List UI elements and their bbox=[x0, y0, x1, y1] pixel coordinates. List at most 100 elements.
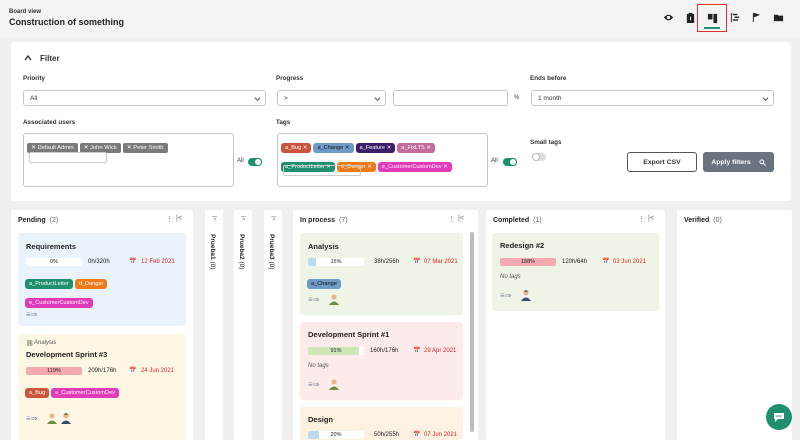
gantt-icon[interactable] bbox=[727, 8, 743, 26]
avatar[interactable] bbox=[329, 294, 339, 305]
card-tag: a_Bug bbox=[25, 388, 50, 398]
column-prueba3[interactable]: |< Prueba3 (0) bbox=[264, 210, 282, 440]
tag-chip[interactable]: a_Bug ✕ bbox=[281, 143, 312, 153]
eye-icon[interactable] bbox=[660, 8, 676, 26]
task-card-design[interactable]: Design 20% 50h/255h 📅 07 Jun 2021 bbox=[300, 407, 463, 440]
tag-chip-label: a_FixLTS bbox=[401, 145, 425, 151]
card-due-date: 07 Mar 2021 bbox=[424, 259, 458, 265]
card-due-date: 29 Apr 2021 bbox=[424, 348, 457, 354]
avatar[interactable] bbox=[47, 413, 57, 424]
more-vertical-icon[interactable]: ⋮ bbox=[448, 215, 455, 223]
users-search-input[interactable] bbox=[29, 152, 107, 163]
priority-value: All bbox=[30, 95, 38, 102]
chat-bubble-icon bbox=[774, 413, 784, 422]
board-icon[interactable] bbox=[697, 4, 727, 32]
collapse-column-icon[interactable]: |< bbox=[648, 215, 654, 222]
column-scrollbar[interactable] bbox=[470, 232, 474, 432]
apply-filters-button[interactable]: Apply filters bbox=[703, 152, 774, 172]
tag-chip-label: e_CustomerCustomDev bbox=[381, 164, 442, 170]
progress-text: 188% bbox=[520, 259, 536, 265]
card-hours: 38h/256h bbox=[374, 259, 400, 265]
tag-chip[interactable]: a_Feature ✕ bbox=[355, 143, 396, 153]
user-chip-label: Peter Smith bbox=[133, 145, 164, 151]
chat-button[interactable] bbox=[766, 404, 792, 430]
link-icon: ⛓ bbox=[26, 341, 34, 347]
column-count: (0) bbox=[713, 217, 722, 224]
tag-chip-label: a_Change bbox=[317, 145, 344, 151]
priority-label: Priority bbox=[23, 75, 46, 82]
small-tags-toggle[interactable] bbox=[532, 153, 546, 161]
priority-select[interactable]: All bbox=[23, 90, 266, 106]
card-due-date: 12 Feb 2021 bbox=[141, 259, 175, 265]
progress-bar: 15% bbox=[308, 258, 364, 266]
progress-value-input[interactable] bbox=[393, 90, 508, 106]
chevron-down-icon bbox=[374, 97, 381, 101]
column-completed: Completed (1) ⋮ |< Redesign #2 188% 120h/… bbox=[486, 210, 665, 440]
card-parent: Analysis bbox=[34, 340, 57, 346]
users-all-toggle[interactable] bbox=[248, 158, 262, 166]
collapse-column-icon[interactable]: |< bbox=[270, 216, 276, 221]
column-title-text: Completed bbox=[493, 217, 530, 224]
flag-icon[interactable] bbox=[748, 8, 764, 26]
follow-arrow-icon[interactable]: ≡⇒ bbox=[26, 310, 37, 319]
card-tags: a_Change bbox=[306, 272, 342, 291]
avatar[interactable] bbox=[521, 290, 531, 301]
more-vertical-icon[interactable]: ⋮ bbox=[638, 215, 645, 223]
column-count: (0) bbox=[268, 261, 275, 270]
card-tag: a_Change bbox=[307, 279, 341, 289]
clipboard-icon[interactable] bbox=[682, 8, 698, 26]
avatar[interactable] bbox=[329, 379, 339, 390]
avatar[interactable] bbox=[61, 413, 71, 424]
task-card-dev-sprint-3[interactable]: ⛓ Analysis Development Sprint #3 119% 20… bbox=[18, 334, 186, 440]
task-card-requirements[interactable]: Requirements 0% 0h/320h 📅 12 Feb 2021 a_… bbox=[18, 233, 186, 326]
column-title: Prueba3 (0) bbox=[268, 234, 275, 269]
column-count: (7) bbox=[339, 217, 348, 224]
column-prueba1[interactable]: |< Prueba1 (0) bbox=[205, 210, 223, 440]
collapse-column-icon[interactable]: |< bbox=[458, 215, 464, 222]
tags-multiselect[interactable]: a_Bug ✕ a_Change ✕ a_Feature ✕ a_FixLTS ✕a_… bbox=[277, 133, 488, 187]
export-csv-button[interactable]: Export CSV bbox=[627, 152, 697, 172]
tag-chip[interactable]: a_Change ✕ bbox=[313, 143, 354, 153]
tags-search-input[interactable] bbox=[283, 165, 361, 176]
ends-before-select[interactable]: 1 month bbox=[531, 90, 774, 106]
progress-operator-select[interactable]: > bbox=[277, 90, 386, 106]
folder-icon[interactable] bbox=[770, 8, 786, 26]
task-card-dev-sprint-1[interactable]: Development Sprint #1 91% 160h/176h 📅 29… bbox=[300, 322, 463, 400]
users-multiselect[interactable]: ✕ Default Admin ✕ John Wick ✕ Peter Smith bbox=[23, 133, 234, 187]
collapse-column-icon[interactable]: |< bbox=[176, 215, 182, 222]
task-card-redesign-2[interactable]: Redesign #2 188% 120h/64h 📅 03 Jun 2021 … bbox=[492, 233, 659, 311]
page-subtitle: Board view bbox=[9, 9, 42, 15]
follow-arrow-icon[interactable]: ≡⇒ bbox=[308, 295, 319, 304]
card-hours: 50h/255h bbox=[374, 432, 400, 438]
card-no-tags: No tags bbox=[308, 363, 329, 369]
task-card-analysis[interactable]: Analysis 15% 38h/256h 📅 07 Mar 2021 a_Ch… bbox=[300, 233, 463, 315]
follow-arrow-icon[interactable]: ≡⇒ bbox=[500, 291, 511, 300]
tag-chip[interactable]: a_FixLTS ✕ bbox=[397, 143, 436, 153]
chevron-up-icon[interactable] bbox=[24, 54, 32, 62]
more-vertical-icon[interactable]: ⋮ bbox=[166, 215, 173, 223]
calendar-icon: 📅 bbox=[602, 259, 610, 265]
collapse-column-icon[interactable]: |< bbox=[211, 216, 217, 221]
card-tags: a_Bug e_CustomerCustomDev bbox=[24, 381, 184, 400]
tags-all-toggle[interactable] bbox=[503, 158, 517, 166]
ends-before-value: 1 month bbox=[538, 95, 562, 102]
card-title: Development Sprint #3 bbox=[26, 350, 108, 359]
progress-text: 119% bbox=[47, 368, 61, 374]
card-tag: e_CustomerCustomDev bbox=[51, 388, 119, 398]
user-chip[interactable]: ✕ Peter Smith bbox=[122, 143, 168, 153]
progress-text: 15% bbox=[330, 259, 342, 265]
filter-panel: Filter Priority All Progress > % Ends be… bbox=[11, 42, 791, 201]
column-title: Prueba2 (0) bbox=[238, 234, 245, 269]
collapse-column-icon[interactable]: |< bbox=[240, 216, 246, 221]
percent-unit: % bbox=[514, 95, 520, 101]
associated-users-label: Associated users bbox=[23, 119, 76, 126]
column-prueba2[interactable]: |< Prueba2 (0) bbox=[234, 210, 252, 440]
column-count: (0) bbox=[209, 261, 216, 270]
filter-heading[interactable]: Filter bbox=[40, 54, 60, 63]
progress-operator-value: > bbox=[284, 95, 288, 102]
follow-arrow-icon[interactable]: ≡⇒ bbox=[308, 380, 319, 389]
tag-chip[interactable]: e_CustomerCustomDev ✕ bbox=[377, 162, 452, 172]
calendar-icon: 📅 bbox=[413, 348, 421, 354]
card-hours: 209h/176h bbox=[88, 368, 117, 374]
follow-arrow-icon[interactable]: ≡⇒ bbox=[26, 414, 37, 423]
